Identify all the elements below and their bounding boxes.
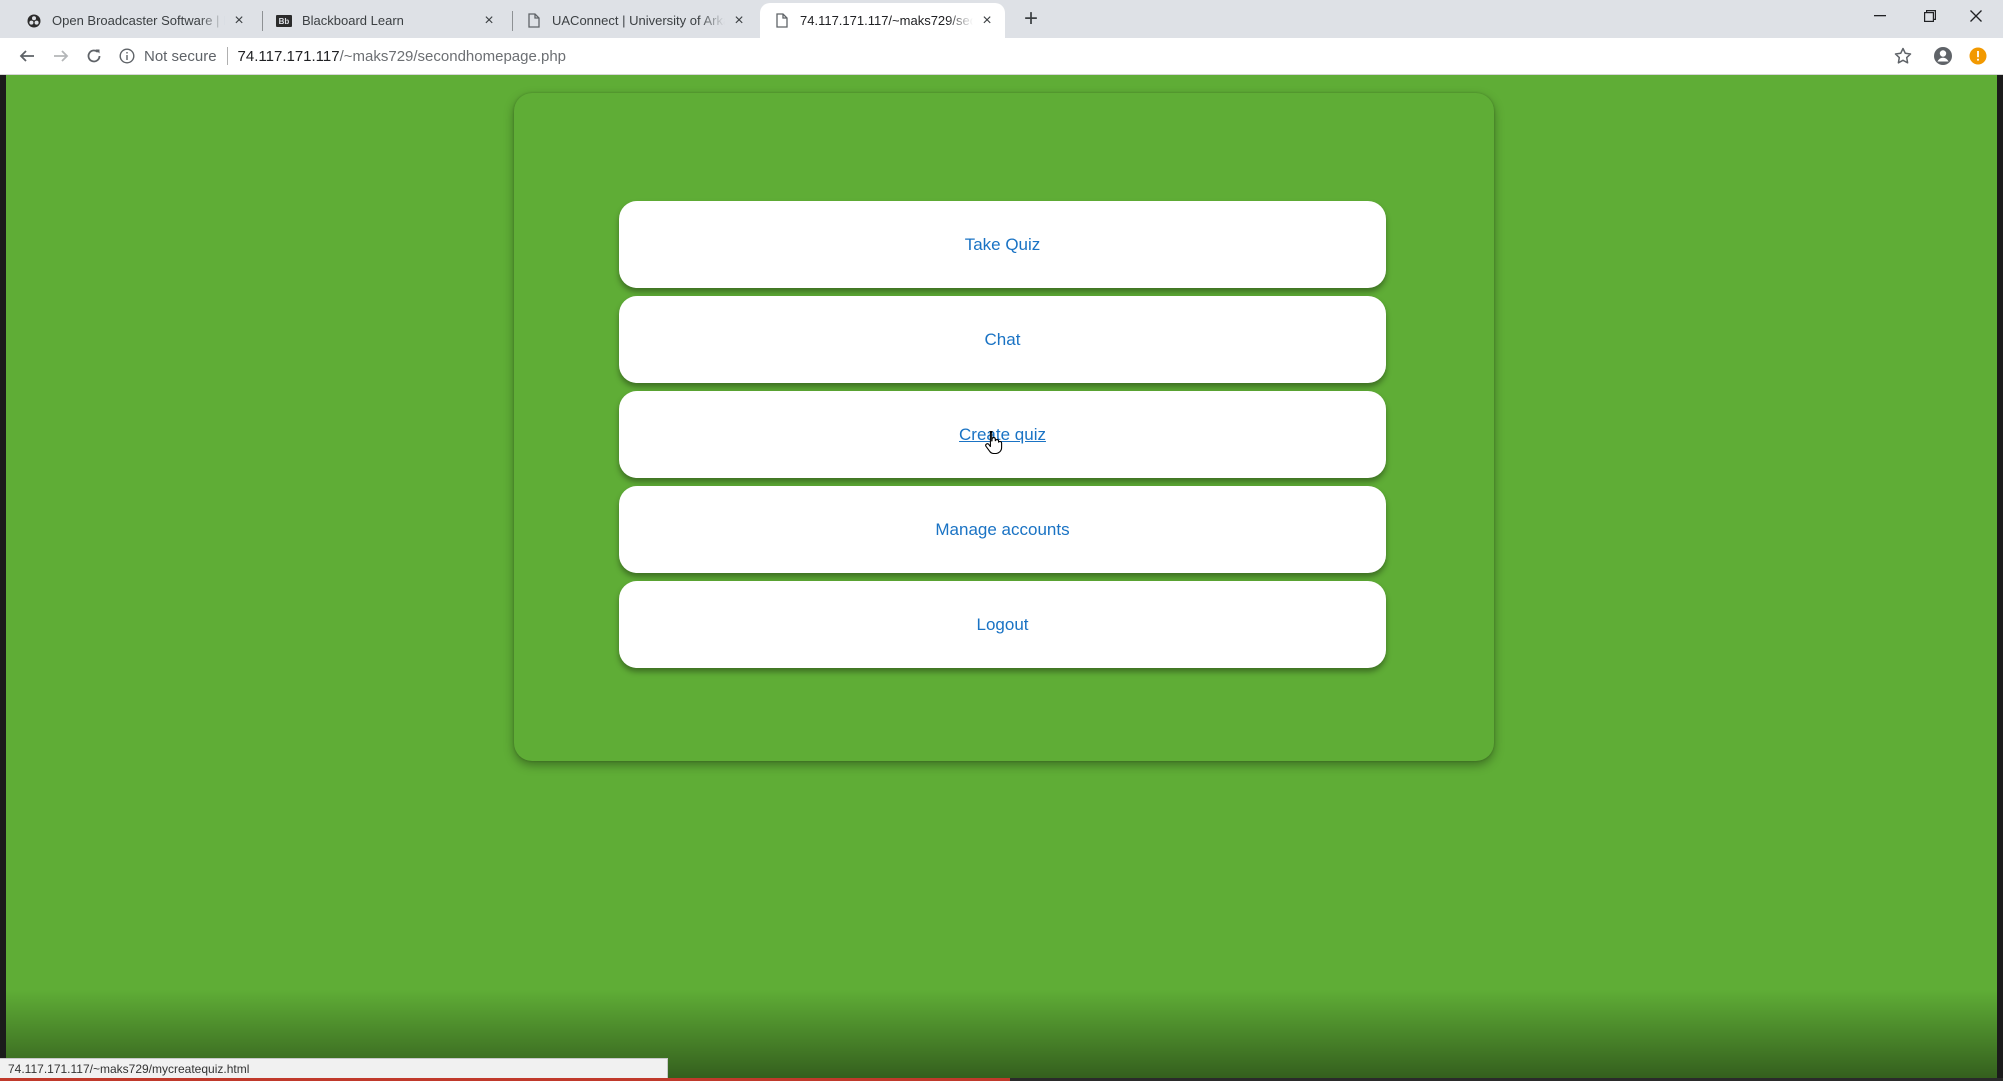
browser-tab-strip: Open Broadcaster Software | Home × Bb Bl… xyxy=(0,0,2003,38)
restore-icon[interactable] xyxy=(1907,0,1953,32)
obs-icon xyxy=(26,13,42,29)
close-tab-icon[interactable]: × xyxy=(231,12,247,29)
info-icon[interactable] xyxy=(118,47,136,65)
tab-obs[interactable]: Open Broadcaster Software | Home × xyxy=(12,3,257,38)
page-icon xyxy=(526,13,542,29)
security-label[interactable]: Not secure xyxy=(144,48,217,65)
take-quiz-button[interactable]: Take Quiz xyxy=(619,201,1386,288)
new-tab-button[interactable]: + xyxy=(1018,6,1044,32)
tab-title: Open Broadcaster Software | Home xyxy=(52,13,225,28)
tab-uaconnect[interactable]: UAConnect | University of Arkansas × xyxy=(512,3,757,38)
hand-cursor-icon xyxy=(985,430,1003,454)
close-window-icon[interactable] xyxy=(1953,0,1999,32)
window-border-right xyxy=(1997,75,2003,1080)
manage-accounts-link[interactable]: Manage accounts xyxy=(935,520,1069,540)
url-host: 74.117.171.117 xyxy=(237,47,340,65)
profile-avatar-icon[interactable] xyxy=(1931,44,1955,68)
link-status-bar: 74.117.171.117/~maks729/mycreatequiz.htm… xyxy=(0,1058,668,1078)
page-icon xyxy=(774,13,790,29)
manage-accounts-button[interactable]: Manage accounts xyxy=(619,486,1386,573)
tab-title: UAConnect | University of Arkansas xyxy=(552,13,725,28)
bookmark-star-icon[interactable] xyxy=(1891,44,1915,68)
page-viewport: Take Quiz Chat Create quiz Manage accoun… xyxy=(6,75,1997,1080)
take-quiz-link[interactable]: Take Quiz xyxy=(965,235,1041,255)
address-bar[interactable]: Not secure 74.117.171.117/~maks729/secon… xyxy=(118,40,1898,72)
logout-link[interactable]: Logout xyxy=(977,615,1029,635)
divider xyxy=(226,47,228,65)
logout-button[interactable]: Logout xyxy=(619,581,1386,668)
tab-title: Blackboard Learn xyxy=(302,13,404,28)
close-tab-icon[interactable]: × xyxy=(481,12,497,29)
chat-link[interactable]: Chat xyxy=(985,330,1021,350)
forward-icon[interactable] xyxy=(47,42,75,70)
url-path: /~maks729/secondhomepage.php xyxy=(339,47,567,65)
update-alert-icon[interactable] xyxy=(1966,44,1990,68)
svg-text:Bb: Bb xyxy=(279,17,290,26)
chat-button[interactable]: Chat xyxy=(619,296,1386,383)
menu-panel: Take Quiz Chat Create quiz Manage accoun… xyxy=(514,93,1494,761)
back-icon[interactable] xyxy=(13,42,41,70)
reload-icon[interactable] xyxy=(80,42,108,70)
close-tab-icon[interactable]: × xyxy=(731,12,747,29)
tab-title: 74.117.171.117/~maks729/secondhomepage.p… xyxy=(800,13,973,28)
close-tab-icon[interactable]: × xyxy=(979,12,995,29)
blackboard-icon: Bb xyxy=(276,13,292,29)
minimize-icon[interactable] xyxy=(1857,0,1903,32)
tab-secondhomepage[interactable]: 74.117.171.117/~maks729/secondhomepage.p… xyxy=(760,3,1005,38)
browser-toolbar: Not secure 74.117.171.117/~maks729/secon… xyxy=(0,38,2003,75)
tab-blackboard[interactable]: Bb Blackboard Learn × xyxy=(262,3,507,38)
